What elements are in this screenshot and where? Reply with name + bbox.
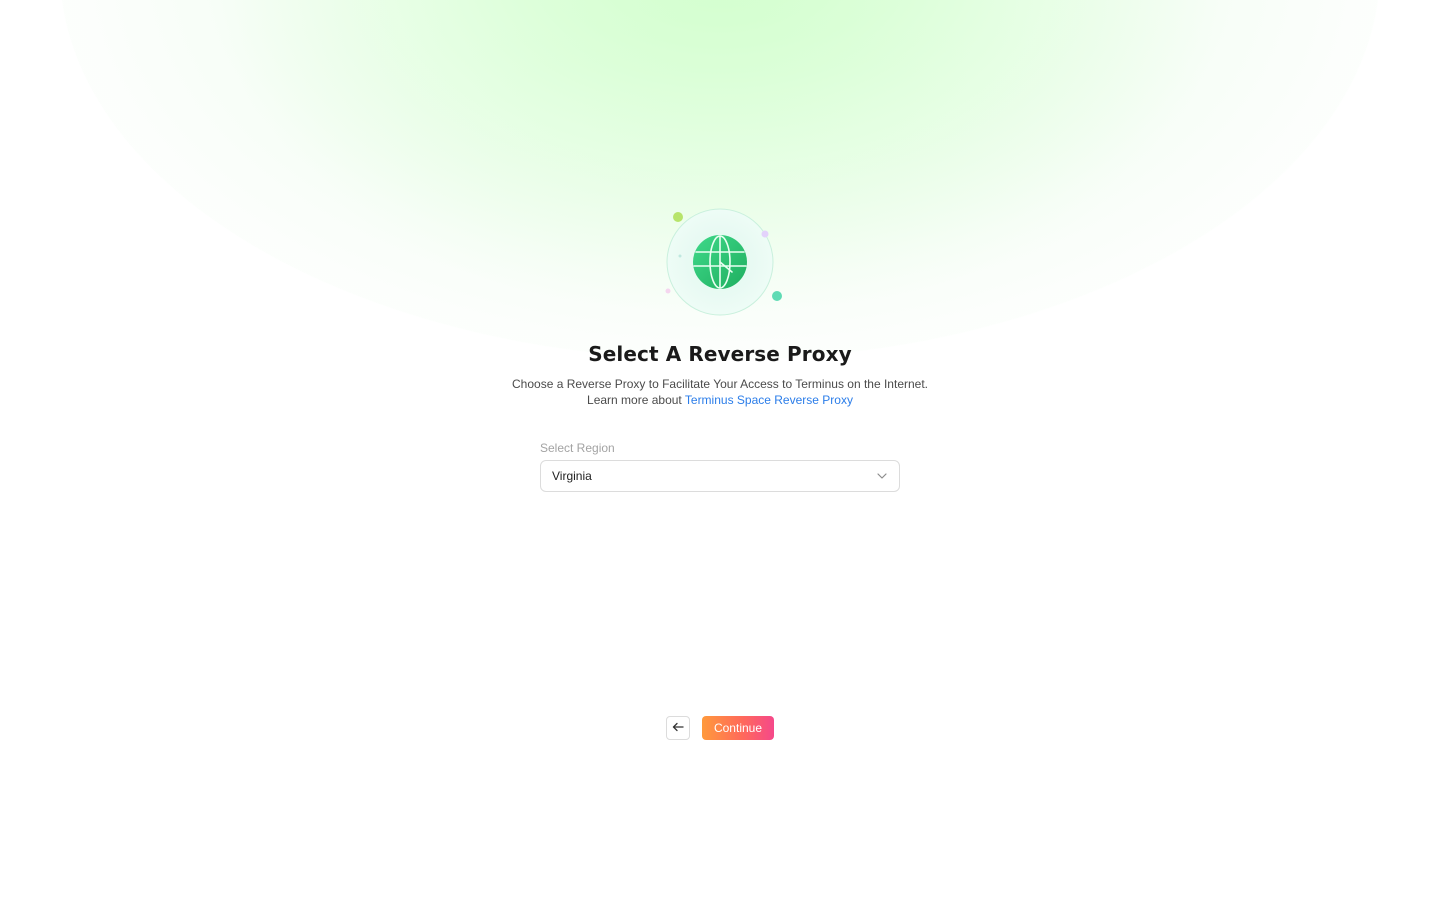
back-button[interactable] [666, 716, 690, 740]
subtitle-line-1: Choose a Reverse Proxy to Facilitate You… [512, 377, 928, 391]
page-title: Select A Reverse Proxy [588, 342, 852, 366]
region-select-value: Virginia [552, 469, 592, 483]
chevron-down-icon [876, 470, 888, 482]
page: Select A Reverse Proxy Choose a Reverse … [0, 0, 1440, 900]
region-label: Select Region [540, 441, 615, 455]
subtitle-line-2: Learn more about Terminus Space Reverse … [0, 392, 1440, 408]
learn-more-link[interactable]: Terminus Space Reverse Proxy [685, 393, 853, 407]
region-select[interactable]: Virginia [540, 460, 900, 492]
learn-more-prefix: Learn more about [587, 393, 685, 407]
globe-icon [665, 208, 782, 316]
continue-button[interactable]: Continue [702, 716, 774, 740]
page-subtitle: Choose a Reverse Proxy to Facilitate You… [0, 376, 1440, 408]
arrow-left-icon [672, 719, 684, 737]
globe-illustration [660, 206, 784, 316]
